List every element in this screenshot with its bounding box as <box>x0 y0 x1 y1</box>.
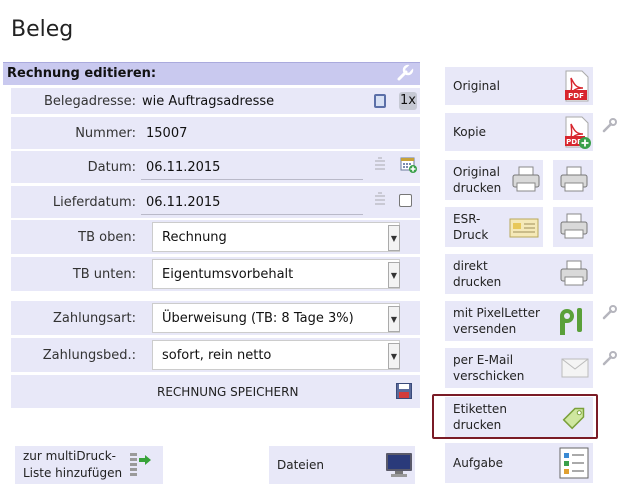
printer-icon <box>559 166 589 198</box>
row-datum: Datum: 06.11.2015 <box>11 151 420 183</box>
aufgabe-label: Aufgabe <box>453 455 504 470</box>
lieferdatum-checkbox[interactable] <box>399 194 412 207</box>
row-belegadresse: Belegadresse: wie Auftragsadresse 1x <box>11 88 420 114</box>
email-label: per E-Mail verschicken <box>453 348 524 388</box>
save-button[interactable]: RECHNUNG SPEICHERN <box>11 375 420 408</box>
original-pdf-button[interactable]: Original PDF <box>444 66 594 106</box>
pixelletter-button[interactable]: mit PixelLetter versenden <box>444 300 594 342</box>
dateien-button[interactable]: Dateien <box>268 445 416 485</box>
nummer-label: Nummer: <box>75 125 136 141</box>
tb-oben-label: TB oben: <box>78 229 136 245</box>
belegadresse-label: Belegadresse: <box>44 93 136 109</box>
tb-oben-value: Rechnung <box>162 229 227 245</box>
row-nummer: Nummer: 15007 <box>11 117 420 149</box>
datum-underline <box>141 179 363 180</box>
email-button[interactable]: per E-Mail verschicken <box>444 347 594 389</box>
tb-oben-select[interactable]: Rechnung ▼ <box>152 222 400 252</box>
row-tb-oben: TB oben: Rechnung ▼ <box>11 220 420 254</box>
chevron-down-icon[interactable]: ▼ <box>388 343 400 369</box>
chevron-down-icon[interactable]: ▼ <box>388 225 400 251</box>
tb-unten-value: Eigentumsvorbehalt <box>162 266 294 282</box>
aufgabe-button[interactable]: Aufgabe <box>444 442 594 484</box>
payment-slip-icon <box>509 218 539 242</box>
tb-unten-select[interactable]: Eigentumsvorbehalt ▼ <box>152 259 400 289</box>
multidruck-label: zur multiDruck- Liste hinzufügen <box>23 446 122 484</box>
zahlungsbed-select[interactable]: sofort, rein netto ▼ <box>152 340 400 370</box>
calendar-add-icon[interactable] <box>400 156 418 178</box>
printer-settings-button[interactable] <box>552 159 594 201</box>
monitor-icon <box>385 451 413 483</box>
floppy-disk-icon[interactable] <box>396 383 412 403</box>
pixelletter-line1: mit PixelLetter <box>453 305 540 320</box>
original-label: Original <box>453 78 500 93</box>
lieferdatum-label: Lieferdatum: <box>52 194 136 210</box>
wrench-icon[interactable] <box>396 63 415 82</box>
original-drucken-line2: drucken <box>453 181 502 195</box>
wrench-icon[interactable] <box>602 117 618 133</box>
pixelletter-line2: versenden <box>453 322 517 336</box>
tb-unten-label: TB unten: <box>72 266 136 282</box>
task-list-icon <box>559 447 589 483</box>
original-drucken-line1: Original <box>453 164 500 179</box>
printer-icon <box>559 260 589 292</box>
datum-label: Datum: <box>87 159 136 175</box>
zahlungsart-value: Überweisung (TB: 8 Tage 3%) <box>162 310 354 326</box>
direkt-line2: drucken <box>453 275 502 289</box>
pixelletter-label: mit PixelLetter versenden <box>453 301 540 341</box>
row-lieferdatum: Lieferdatum: 06.11.2015 <box>11 186 420 218</box>
copy-count-badge[interactable]: 1x <box>399 92 417 110</box>
dateien-label: Dateien <box>277 457 325 472</box>
clear-date-icon[interactable] <box>374 157 386 177</box>
nummer-field[interactable]: 15007 <box>146 117 187 149</box>
printer-icon <box>511 166 541 198</box>
esr-druck-button[interactable]: ESR- Druck <box>444 206 544 248</box>
page-title: Beleg <box>11 17 74 42</box>
row-zahlungsart: Zahlungsart: Überweisung (TB: 8 Tage 3%)… <box>11 301 420 335</box>
zahlungsart-select[interactable]: Überweisung (TB: 8 Tage 3%) ▼ <box>152 303 400 333</box>
esr-line2: Druck <box>453 228 489 242</box>
original-drucken-button[interactable]: Original drucken <box>444 159 544 201</box>
pdf-text: PDF <box>568 92 584 100</box>
direkt-drucken-button[interactable]: direkt drucken <box>444 253 594 295</box>
esr-printer-button[interactable] <box>552 206 594 248</box>
pdf-icon: PDF <box>563 70 591 106</box>
printer-icon <box>559 213 589 245</box>
clear-date-icon[interactable] <box>374 192 386 212</box>
multidruck-label-line1: zur multiDruck- <box>23 449 116 464</box>
row-zahlungsbed: Zahlungsbed.: sofort, rein netto ▼ <box>11 338 420 372</box>
kopie-pdf-button[interactable]: Kopie PDF <box>444 112 594 152</box>
chevron-down-icon[interactable]: ▼ <box>388 262 400 288</box>
address-book-icon[interactable] <box>373 93 387 113</box>
kopie-label: Kopie <box>453 124 486 139</box>
list-add-arrow-icon <box>129 452 153 482</box>
pdf-add-icon: PDF <box>563 116 593 154</box>
envelope-icon <box>561 358 589 382</box>
multidruck-button[interactable]: zur multiDruck- Liste hinzufügen <box>14 445 164 485</box>
zahlungsbed-value: sofort, rein netto <box>162 347 272 363</box>
email-line1: per E-Mail <box>453 352 514 367</box>
lieferdatum-underline <box>141 214 363 215</box>
email-line2: verschicken <box>453 369 525 383</box>
direkt-drucken-label: direkt drucken <box>453 254 501 294</box>
chevron-down-icon[interactable]: ▼ <box>388 306 400 332</box>
wrench-icon[interactable] <box>602 350 618 366</box>
wrench-icon[interactable] <box>602 304 618 320</box>
multidruck-label-line2: Liste hinzufügen <box>23 466 123 480</box>
row-tb-unten: TB unten: Eigentumsvorbehalt ▼ <box>11 257 420 291</box>
esr-druck-label: ESR- Druck <box>453 207 488 247</box>
selection-highlight <box>432 394 598 439</box>
direkt-line1: direkt <box>453 258 488 273</box>
pixelletter-logo-icon <box>557 306 587 342</box>
belegadresse-value: wie Auftragsadresse <box>142 93 275 109</box>
original-drucken-label: Original drucken <box>453 160 501 200</box>
zahlungsart-label: Zahlungsart: <box>52 310 136 326</box>
esr-line1: ESR- <box>453 211 481 226</box>
form-header: Rechnung editieren: <box>3 62 420 85</box>
zahlungsbed-label: Zahlungsbed.: <box>42 347 136 363</box>
save-label: RECHNUNG SPEICHERN <box>157 384 299 399</box>
